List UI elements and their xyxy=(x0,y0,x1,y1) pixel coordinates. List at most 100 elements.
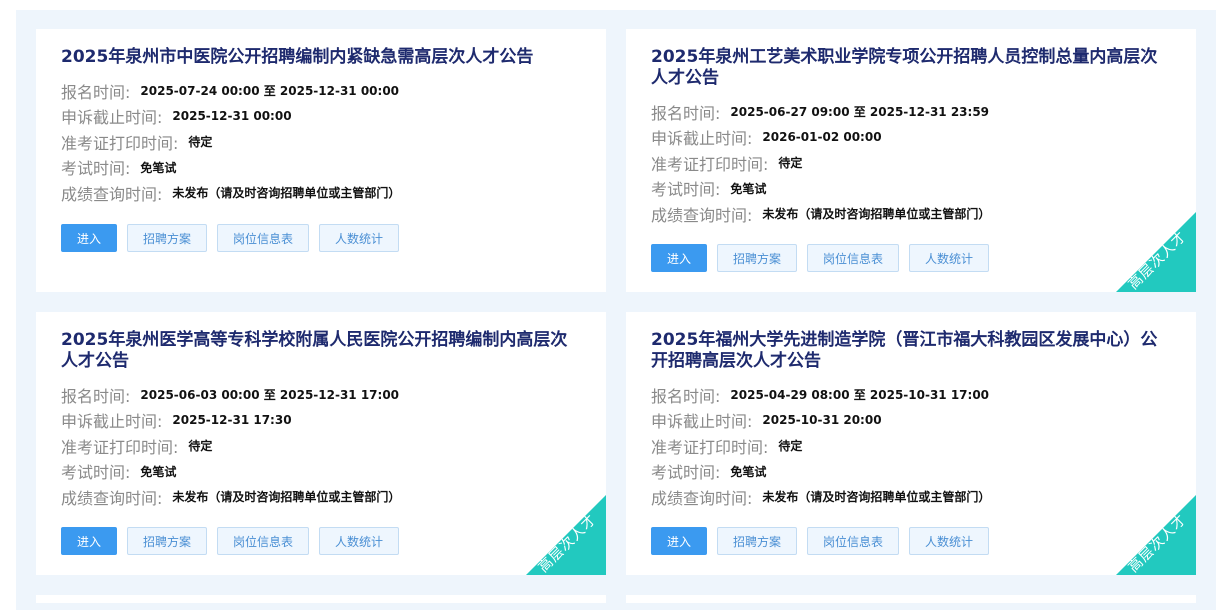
exam-label: 考试时间: xyxy=(61,159,131,179)
score-label: 成绩查询时间: xyxy=(61,488,163,508)
ticket-label: 准考证打印时间: xyxy=(61,437,179,457)
positions-button[interactable]: 岗位信息表 xyxy=(807,527,899,555)
ticket-value: 待定 xyxy=(188,135,213,150)
ticket-label: 准考证打印时间: xyxy=(651,437,769,457)
stats-button[interactable]: 人数统计 xyxy=(909,527,989,555)
signup-row: 报名时间: 2025-04-29 08:00 至 2025-10-31 17:00 xyxy=(651,382,990,408)
ticket-row: 准考证打印时间: 待定 xyxy=(61,433,400,459)
ticket-value: 待定 xyxy=(188,439,213,454)
enter-button[interactable]: 进入 xyxy=(61,224,117,252)
ticket-row: 准考证打印时间: 待定 xyxy=(651,150,990,176)
plan-button[interactable]: 招聘方案 xyxy=(717,527,797,555)
positions-button[interactable]: 岗位信息表 xyxy=(807,244,899,272)
enter-button[interactable]: 进入 xyxy=(651,244,707,272)
ticket-label: 准考证打印时间: xyxy=(651,154,769,174)
ticket-row: 准考证打印时间: 待定 xyxy=(651,433,990,459)
card-title[interactable]: 2025年泉州工艺美术职业学院专项公开招聘人员控制总量内高层次人才公告 xyxy=(651,47,1171,89)
enter-button[interactable]: 进入 xyxy=(61,527,117,555)
card-actions: 进入 招聘方案 岗位信息表 人数统计 xyxy=(651,244,989,272)
appeal-value: 2025-12-31 00:00 xyxy=(172,109,292,124)
score-value: 未发布（请及时咨询招聘单位或主管部门） xyxy=(172,186,401,201)
card-details: 报名时间: 2025-07-24 00:00 至 2025-12-31 00:00… xyxy=(61,78,400,206)
enter-button[interactable]: 进入 xyxy=(651,527,707,555)
score-row: 成绩查询时间: 未发布（请及时咨询招聘单位或主管部门） xyxy=(651,201,990,227)
appeal-value: 2025-12-31 17:30 xyxy=(172,413,292,428)
announcement-card: 2025年泉州市中医院公开招聘编制内紧缺急需高层次人才公告 报名时间: 2025-… xyxy=(36,29,606,292)
positions-button[interactable]: 岗位信息表 xyxy=(217,527,309,555)
card-actions: 进入 招聘方案 岗位信息表 人数统计 xyxy=(651,527,989,555)
exam-value: 免笔试 xyxy=(140,464,177,479)
card-details: 报名时间: 2025-06-27 09:00 至 2025-12-31 23:59… xyxy=(651,99,990,227)
exam-label: 考试时间: xyxy=(651,463,721,483)
signup-value: 2025-07-24 00:00 至 2025-12-31 00:00 xyxy=(140,84,400,99)
exam-value: 免笔试 xyxy=(730,181,767,196)
signup-label: 报名时间: xyxy=(61,82,131,102)
appeal-label: 申诉截止时间: xyxy=(61,108,163,128)
exam-row: 考试时间: 免笔试 xyxy=(61,459,400,485)
plan-button[interactable]: 招聘方案 xyxy=(127,527,207,555)
exam-label: 考试时间: xyxy=(61,463,131,483)
signup-row: 报名时间: 2025-07-24 00:00 至 2025-12-31 00:00 xyxy=(61,78,400,104)
ribbon-label: 高层次人才 xyxy=(1125,228,1190,292)
card-actions: 进入 招聘方案 岗位信息表 人数统计 xyxy=(61,527,399,555)
appeal-value: 2026-01-02 00:00 xyxy=(762,130,882,145)
score-label: 成绩查询时间: xyxy=(651,488,753,508)
signup-row: 报名时间: 2025-06-27 09:00 至 2025-12-31 23:59 xyxy=(651,99,990,125)
stats-button[interactable]: 人数统计 xyxy=(319,224,399,252)
score-row: 成绩查询时间: 未发布（请及时咨询招聘单位或主管部门） xyxy=(651,484,990,510)
appeal-label: 申诉截止时间: xyxy=(651,412,753,432)
positions-button[interactable]: 岗位信息表 xyxy=(217,224,309,252)
signup-label: 报名时间: xyxy=(651,103,721,123)
score-value: 未发布（请及时咨询招聘单位或主管部门） xyxy=(762,207,991,222)
card-details: 报名时间: 2025-06-03 00:00 至 2025-12-31 17:00… xyxy=(61,382,400,510)
exam-row: 考试时间: 免笔试 xyxy=(651,459,990,485)
stats-button[interactable]: 人数统计 xyxy=(909,244,989,272)
ribbon-label: 高层次人才 xyxy=(1125,511,1190,575)
appeal-value: 2025-10-31 20:00 xyxy=(762,413,882,428)
signup-value: 2025-04-29 08:00 至 2025-10-31 17:00 xyxy=(730,388,990,403)
next-card-edge xyxy=(626,595,1196,603)
card-actions: 进入 招聘方案 岗位信息表 人数统计 xyxy=(61,224,399,252)
ticket-value: 待定 xyxy=(778,439,803,454)
card-title[interactable]: 2025年泉州医学高等专科学校附属人民医院公开招聘编制内高层次人才公告 xyxy=(61,330,581,372)
announcement-card: 2025年泉州工艺美术职业学院专项公开招聘人员控制总量内高层次人才公告 报名时间… xyxy=(626,29,1196,292)
talent-ribbon: 高层次人才 xyxy=(526,495,606,575)
announcement-card: 2025年泉州医学高等专科学校附属人民医院公开招聘编制内高层次人才公告 报名时间… xyxy=(36,312,606,575)
stats-button[interactable]: 人数统计 xyxy=(319,527,399,555)
score-value: 未发布（请及时咨询招聘单位或主管部门） xyxy=(172,490,401,505)
ticket-label: 准考证打印时间: xyxy=(61,133,179,153)
card-details: 报名时间: 2025-04-29 08:00 至 2025-10-31 17:00… xyxy=(651,382,990,510)
signup-row: 报名时间: 2025-06-03 00:00 至 2025-12-31 17:00 xyxy=(61,382,400,408)
appeal-label: 申诉截止时间: xyxy=(61,412,163,432)
announcement-card: 2025年福州大学先进制造学院（晋江市福大科教园区发展中心）公开招聘高层次人才公… xyxy=(626,312,1196,575)
appeal-row: 申诉截止时间: 2026-01-02 00:00 xyxy=(651,125,990,151)
signup-value: 2025-06-03 00:00 至 2025-12-31 17:00 xyxy=(140,388,400,403)
card-title[interactable]: 2025年泉州市中医院公开招聘编制内紧缺急需高层次人才公告 xyxy=(61,47,581,68)
appeal-label: 申诉截止时间: xyxy=(651,129,753,149)
exam-row: 考试时间: 免笔试 xyxy=(61,155,400,181)
next-card-edge xyxy=(36,595,606,603)
exam-value: 免笔试 xyxy=(140,160,177,175)
signup-value: 2025-06-27 09:00 至 2025-12-31 23:59 xyxy=(730,105,990,120)
ticket-row: 准考证打印时间: 待定 xyxy=(61,129,400,155)
plan-button[interactable]: 招聘方案 xyxy=(127,224,207,252)
exam-label: 考试时间: xyxy=(651,180,721,200)
appeal-row: 申诉截止时间: 2025-12-31 17:30 xyxy=(61,408,400,434)
score-label: 成绩查询时间: xyxy=(61,184,163,204)
exam-row: 考试时间: 免笔试 xyxy=(651,176,990,202)
score-value: 未发布（请及时咨询招聘单位或主管部门） xyxy=(762,490,991,505)
plan-button[interactable]: 招聘方案 xyxy=(717,244,797,272)
score-row: 成绩查询时间: 未发布（请及时咨询招聘单位或主管部门） xyxy=(61,180,400,206)
talent-ribbon: 高层次人才 xyxy=(1116,495,1196,575)
signup-label: 报名时间: xyxy=(651,386,721,406)
ribbon-label: 高层次人才 xyxy=(535,511,600,575)
card-title[interactable]: 2025年福州大学先进制造学院（晋江市福大科教园区发展中心）公开招聘高层次人才公… xyxy=(651,330,1171,372)
score-row: 成绩查询时间: 未发布（请及时咨询招聘单位或主管部门） xyxy=(61,484,400,510)
appeal-row: 申诉截止时间: 2025-10-31 20:00 xyxy=(651,408,990,434)
signup-label: 报名时间: xyxy=(61,386,131,406)
appeal-row: 申诉截止时间: 2025-12-31 00:00 xyxy=(61,104,400,130)
ticket-value: 待定 xyxy=(778,156,803,171)
score-label: 成绩查询时间: xyxy=(651,205,753,225)
exam-value: 免笔试 xyxy=(730,464,767,479)
talent-ribbon: 高层次人才 xyxy=(1116,212,1196,292)
